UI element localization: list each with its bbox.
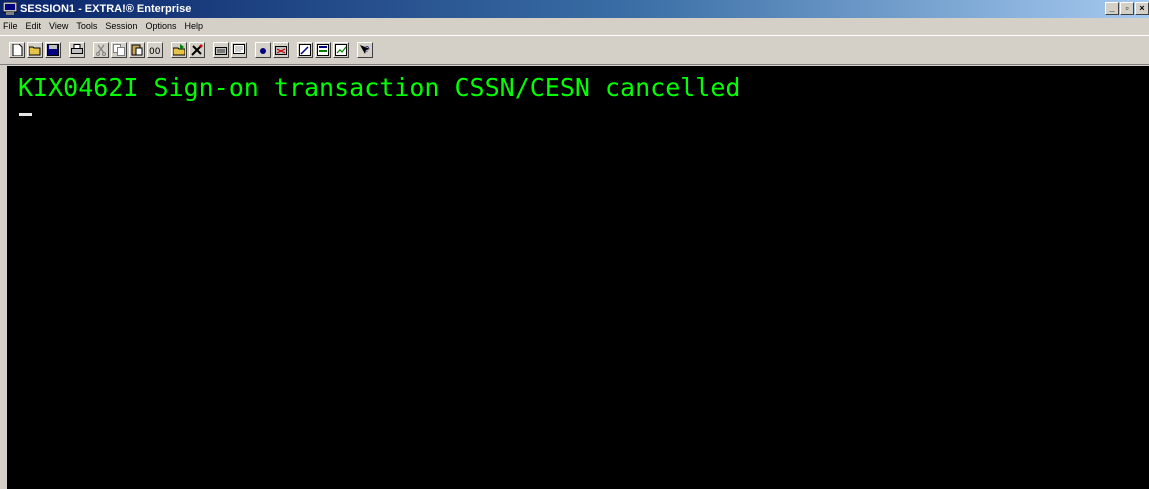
- open-icon[interactable]: [27, 42, 43, 58]
- window-title: SESSION1 - EXTRA!® Enterprise: [20, 3, 192, 15]
- transfer-icon[interactable]: [171, 42, 187, 58]
- connect-icon[interactable]: [273, 42, 289, 58]
- maximize-icon[interactable]: ▫: [1120, 2, 1134, 15]
- paste-icon[interactable]: [129, 42, 145, 58]
- status-message: KIX0462I Sign-on transaction CSSN/CESN c…: [18, 73, 741, 102]
- record-icon[interactable]: [255, 42, 271, 58]
- macro-icon[interactable]: 00: [147, 42, 163, 58]
- new-icon[interactable]: [9, 42, 25, 58]
- keyboard-icon[interactable]: [213, 42, 229, 58]
- edit-settings-icon[interactable]: [297, 42, 313, 58]
- menu-file[interactable]: File: [0, 18, 22, 34]
- save-icon[interactable]: [45, 42, 61, 58]
- session-icon[interactable]: [231, 42, 247, 58]
- menu-tools[interactable]: Tools: [72, 18, 101, 34]
- toolbar: 00 ?: [0, 35, 1149, 65]
- settings-icon[interactable]: [315, 42, 331, 58]
- print-icon[interactable]: [69, 42, 85, 58]
- close-icon[interactable]: ×: [1135, 2, 1149, 15]
- menu-options[interactable]: Options: [141, 18, 180, 34]
- terminal-screen[interactable]: KIX0462I Sign-on transaction CSSN/CESN c…: [7, 66, 1149, 489]
- tools-icon[interactable]: [189, 42, 205, 58]
- menu-edit[interactable]: Edit: [22, 18, 46, 34]
- cut-icon[interactable]: [93, 42, 109, 58]
- menu-view[interactable]: View: [45, 18, 72, 34]
- menu-bar: File Edit View Tools Session Options Hel…: [0, 18, 1149, 34]
- title-bar[interactable]: SESSION1 - EXTRA!® Enterprise _ ▫ ×: [0, 0, 1149, 18]
- copy-icon[interactable]: [111, 42, 127, 58]
- macro-edit-icon[interactable]: [333, 42, 349, 58]
- terminal-window: SESSION1 - EXTRA!® Enterprise _ ▫ × File…: [0, 0, 1149, 489]
- help-icon[interactable]: ?: [357, 42, 373, 58]
- svg-text:00: 00: [149, 47, 161, 56]
- text-cursor: [19, 113, 32, 116]
- minimize-icon[interactable]: _: [1105, 2, 1119, 15]
- menu-help[interactable]: Help: [180, 18, 207, 34]
- window-controls: _ ▫ ×: [1104, 2, 1149, 16]
- svg-text:?: ?: [365, 45, 369, 54]
- app-icon[interactable]: [2, 1, 18, 15]
- menu-session[interactable]: Session: [101, 18, 141, 34]
